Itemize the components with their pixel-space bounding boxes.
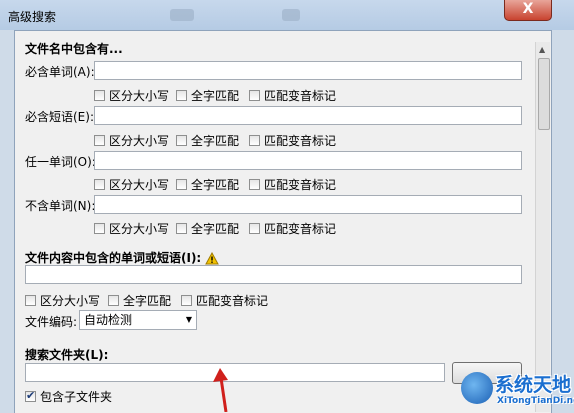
- exclude-words-label: 不含单词(N):: [25, 199, 96, 213]
- must-contain-words-label: 必含单词(A):: [25, 65, 95, 79]
- scroll-up-icon[interactable]: ▲: [539, 45, 545, 54]
- checkbox-box[interactable]: [94, 90, 105, 101]
- whole-word-checkbox[interactable]: 全字匹配: [176, 87, 239, 104]
- folder-section-header: 搜索文件夹(L):: [25, 348, 109, 362]
- case-sensitive-checkbox[interactable]: 区分大小写: [94, 87, 169, 104]
- checkbox-box[interactable]: [94, 223, 105, 234]
- chevron-down-icon: ▼: [185, 315, 192, 324]
- checkbox-box[interactable]: [25, 295, 36, 306]
- blurred-title-fragment: [170, 9, 194, 21]
- case-sensitive-checkbox[interactable]: 区分大小写: [94, 176, 169, 193]
- vertical-scrollbar[interactable]: ▲: [535, 42, 550, 412]
- title-bar: 高级搜索 X: [0, 0, 574, 30]
- red-arrow-annotation: [213, 368, 228, 412]
- checkbox-box[interactable]: [94, 179, 105, 190]
- must-contain-words-input[interactable]: [94, 61, 522, 80]
- checkbox-box[interactable]: [108, 295, 119, 306]
- include-subfolders-checkbox[interactable]: 包含子文件夹: [25, 388, 112, 405]
- content-section-header: 文件内容中包含的单词或短语(I):: [25, 249, 220, 266]
- content-case-sensitive-checkbox[interactable]: 区分大小写: [25, 292, 100, 309]
- match-diacritics-checkbox[interactable]: 匹配变音标记: [249, 176, 336, 193]
- encoding-select[interactable]: 自动检测 ▼: [79, 310, 197, 330]
- whole-word-checkbox[interactable]: 全字匹配: [176, 220, 239, 237]
- checkbox-box[interactable]: [176, 90, 187, 101]
- encoding-label: 文件编码:: [25, 315, 78, 329]
- blurred-title-fragment: [282, 9, 300, 21]
- warning-icon: [205, 252, 220, 265]
- match-diacritics-checkbox[interactable]: 匹配变音标记: [249, 220, 336, 237]
- checkbox-box[interactable]: [249, 223, 260, 234]
- watermark-name: 系统天地: [495, 374, 572, 396]
- checkbox-box[interactable]: [249, 179, 260, 190]
- content-words-input[interactable]: [25, 265, 522, 284]
- checkbox-box[interactable]: [181, 295, 192, 306]
- case-sensitive-checkbox[interactable]: 区分大小写: [94, 132, 169, 149]
- content-whole-word-checkbox[interactable]: 全字匹配: [108, 292, 171, 309]
- whole-word-checkbox[interactable]: 全字匹配: [176, 132, 239, 149]
- case-sensitive-checkbox[interactable]: 区分大小写: [94, 220, 169, 237]
- scrollbar-thumb[interactable]: [538, 58, 550, 130]
- content-match-diacritics-checkbox[interactable]: 匹配变音标记: [181, 292, 268, 309]
- window-title: 高级搜索: [8, 10, 57, 24]
- any-word-input[interactable]: [94, 151, 522, 170]
- checkbox-box[interactable]: [94, 135, 105, 146]
- must-contain-phrase-label: 必含短语(E):: [25, 110, 94, 124]
- checkbox-box[interactable]: [249, 135, 260, 146]
- exclude-words-input[interactable]: [94, 195, 522, 214]
- checkbox-box[interactable]: [176, 223, 187, 234]
- checkbox-box[interactable]: [249, 90, 260, 101]
- match-diacritics-checkbox[interactable]: 匹配变音标记: [249, 87, 336, 104]
- match-diacritics-checkbox[interactable]: 匹配变音标记: [249, 132, 336, 149]
- watermark-url: XiTongTianDi.net: [497, 396, 574, 406]
- checkbox-box[interactable]: [176, 135, 187, 146]
- must-contain-phrase-input[interactable]: [94, 106, 522, 125]
- filename-section-header: 文件名中包含有...: [25, 42, 123, 56]
- watermark-logo-icon: [461, 372, 493, 404]
- any-word-label: 任一单词(O):: [25, 155, 96, 169]
- watermark: 系统天地 XiTongTianDi.net: [461, 368, 574, 412]
- whole-word-checkbox[interactable]: 全字匹配: [176, 176, 239, 193]
- checkbox-box[interactable]: [25, 389, 36, 402]
- close-button[interactable]: X: [504, 0, 552, 21]
- close-icon: X: [522, 1, 534, 17]
- checkbox-box[interactable]: [176, 179, 187, 190]
